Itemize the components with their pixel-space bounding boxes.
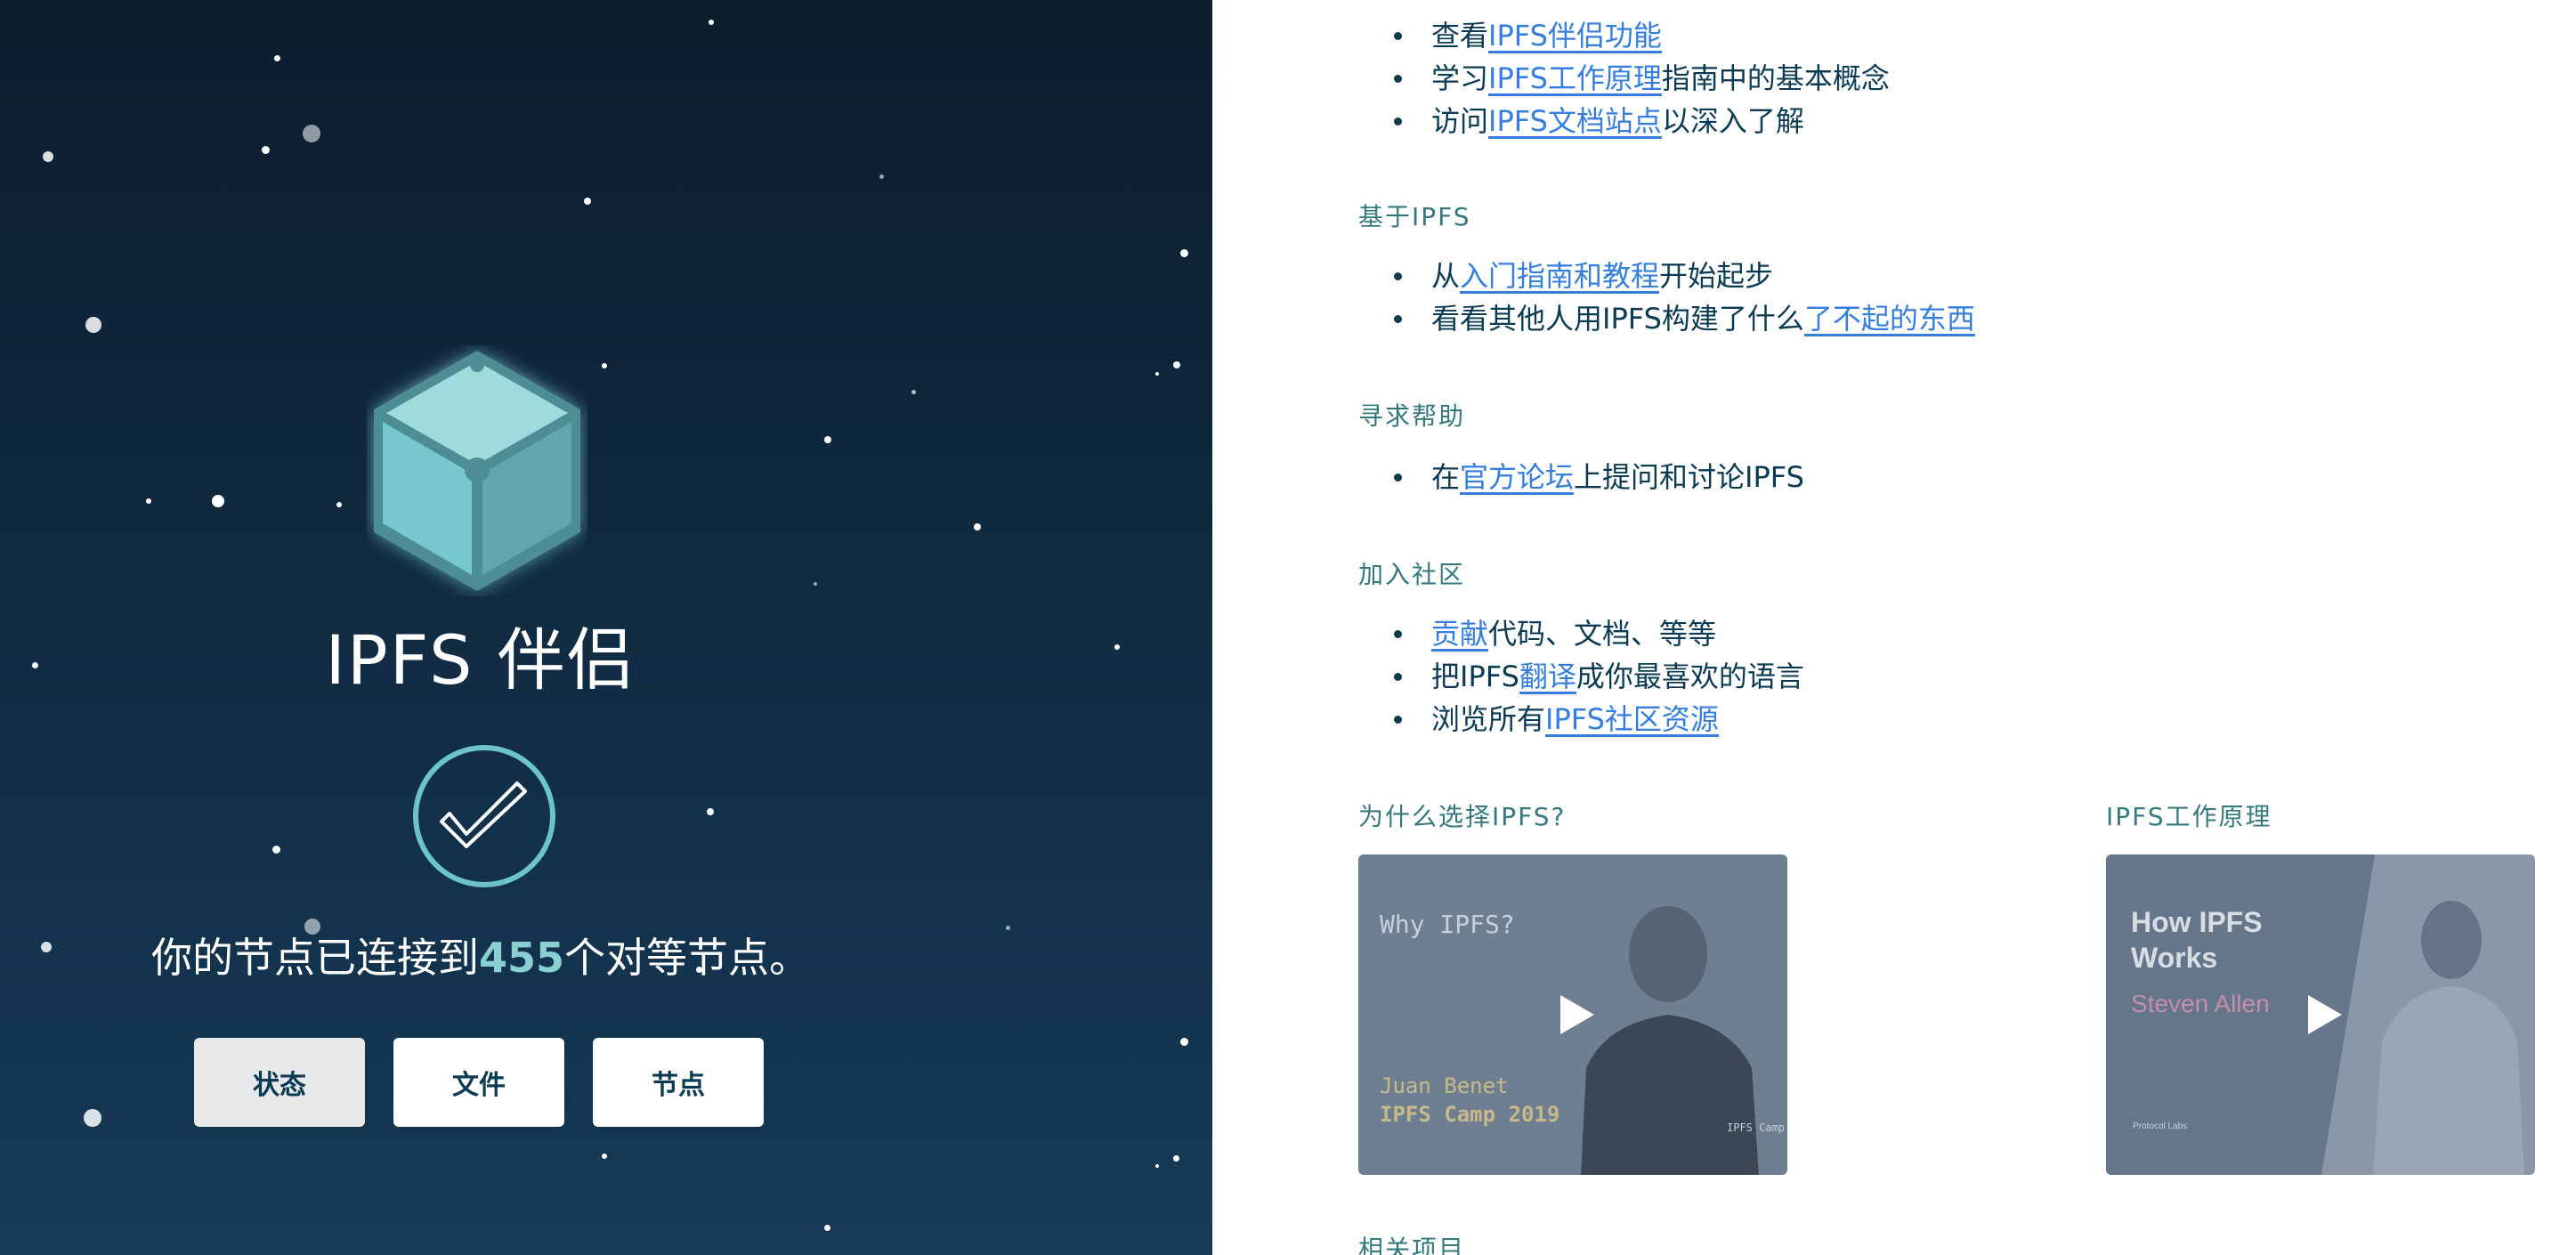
contribute-link[interactable]: 贡献	[1431, 617, 1488, 651]
translate-link[interactable]: 翻译	[1519, 660, 1576, 693]
list-item: 在官方论坛上提问和讨论IPFS	[1358, 456, 1804, 498]
star	[1180, 249, 1188, 257]
star	[974, 523, 981, 530]
list-item: 看看其他人用IPFS构建了什么了不起的东西	[1358, 297, 1975, 340]
help-list: 在官方论坛上提问和讨论IPFS	[1358, 456, 1804, 498]
how-ipfs-works-link[interactable]: IPFS工作原理	[1488, 61, 1662, 95]
star	[262, 146, 270, 154]
files-button[interactable]: 文件	[393, 1038, 564, 1127]
thumb-heading-1: How IPFS	[2131, 906, 2263, 938]
docs-site-link[interactable]: IPFS文档站点	[1488, 104, 1662, 138]
list-item: 把IPFS翻译成你最喜欢的语言	[1358, 655, 1804, 698]
star	[43, 151, 53, 162]
status-suffix: 个对等节点。	[564, 934, 811, 982]
star	[911, 390, 916, 394]
star	[707, 808, 714, 815]
star	[584, 198, 591, 205]
star	[1155, 372, 1159, 376]
star	[85, 317, 101, 333]
star	[602, 1154, 607, 1159]
section-title-build: 基于IPFS	[1358, 202, 1471, 231]
checkmark-circle-icon	[413, 745, 555, 887]
ipfs-cube-icon	[374, 351, 580, 591]
peer-status-text: 你的节点已连接到455个对等节点。	[0, 926, 961, 984]
star	[146, 498, 151, 504]
list-item: 访问IPFS文档站点以深入了解	[1358, 100, 1890, 142]
play-icon[interactable]	[2308, 995, 2342, 1034]
star	[274, 55, 280, 61]
video-title-why: 为什么选择IPFS?	[1358, 802, 1567, 831]
thumb-event: IPFS Camp 2019	[1380, 1102, 1560, 1127]
forum-link[interactable]: 官方论坛	[1460, 460, 1574, 494]
guides-tutorials-link[interactable]: 入门指南和教程	[1460, 259, 1659, 293]
thumb-name: Juan Benet	[1380, 1073, 1509, 1098]
star	[1114, 644, 1120, 650]
star	[814, 582, 817, 586]
list-item: 从入门指南和教程开始起步	[1358, 255, 1975, 297]
star	[1006, 926, 1010, 930]
section-title-help: 寻求帮助	[1358, 401, 1466, 431]
star	[824, 1225, 830, 1231]
community-resources-link[interactable]: IPFS社区资源	[1545, 702, 1719, 736]
build-list: 从入门指南和教程开始起步 看看其他人用IPFS构建了什么了不起的东西	[1358, 255, 1975, 340]
star	[336, 502, 342, 507]
star	[602, 363, 607, 368]
video-why-ipfs[interactable]: Why IPFS? Juan Benet IPFS Camp 2019 IPFS…	[1358, 854, 1787, 1175]
list-item: 贡献代码、文档、等等	[1358, 612, 1804, 655]
star	[272, 846, 280, 854]
status-button[interactable]: 状态	[194, 1038, 365, 1127]
list-item: 查看IPFS伴侣功能	[1358, 14, 1890, 57]
status-prefix: 你的节点已连接到	[150, 934, 479, 982]
section-title-community: 加入社区	[1358, 560, 1466, 589]
play-icon[interactable]	[1560, 995, 1594, 1034]
shirt-text: IPFS Camp	[1727, 1121, 1786, 1134]
status-panel: IPFS 伴侣 你的节点已连接到455个对等节点。 状态 文件 节点	[0, 0, 1212, 1255]
thumb-heading-2: Works	[2131, 942, 2218, 974]
speaker-figure	[2373, 901, 2524, 1175]
star	[1155, 1164, 1159, 1168]
star	[1173, 1155, 1179, 1162]
peers-button[interactable]: 节点	[593, 1038, 764, 1127]
star	[1180, 1038, 1188, 1046]
thumb-brand: Protocol Labs	[2133, 1121, 2188, 1131]
star	[879, 174, 884, 179]
thumb-heading: Why IPFS?	[1380, 910, 1515, 939]
community-list: 贡献代码、文档、等等 把IPFS翻译成你最喜欢的语言 浏览所有IPFS社区资源	[1358, 612, 1804, 741]
star	[84, 1109, 101, 1127]
star	[212, 495, 224, 507]
welcome-content: 查看IPFS伴侣功能 学习IPFS工作原理指南中的基本概念 访问IPFS文档站点…	[1212, 0, 2576, 1255]
star	[1173, 361, 1180, 368]
video-how-ipfs-works[interactable]: How IPFS Works Steven Allen Protocol Lab…	[2106, 854, 2535, 1175]
peer-count: 455	[478, 934, 565, 982]
list-item: 学习IPFS工作原理指南中的基本概念	[1358, 57, 1890, 100]
learn-list: 查看IPFS伴侣功能 学习IPFS工作原理指南中的基本概念 访问IPFS文档站点…	[1358, 14, 1890, 142]
star	[709, 20, 714, 25]
awesome-ipfs-link[interactable]: 了不起的东西	[1804, 302, 1975, 336]
star	[303, 125, 320, 142]
star	[824, 436, 831, 443]
thumb-name: Steven Allen	[2131, 990, 2270, 1017]
app-title: IPFS 伴侣	[325, 620, 636, 700]
section-title-related: 相关项目	[1358, 1235, 1466, 1255]
video-title-how: IPFS工作原理	[2106, 802, 2272, 831]
list-item: 浏览所有IPFS社区资源	[1358, 698, 1804, 741]
companion-features-link[interactable]: IPFS伴侣功能	[1488, 19, 1662, 53]
